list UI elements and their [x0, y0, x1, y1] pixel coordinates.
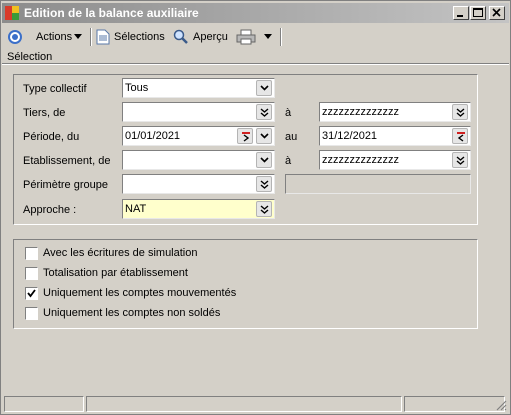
- nav-circle-icon: [8, 30, 22, 44]
- calendar-button[interactable]: [237, 128, 253, 144]
- option-mouvementes[interactable]: Uniquement les comptes mouvementés: [25, 286, 236, 300]
- etablissement-label: Etablissement, de: [23, 155, 111, 167]
- tiers-to-combo[interactable]: zzzzzzzzzzzzzz: [319, 102, 471, 122]
- type-collectif-combo[interactable]: Tous: [122, 78, 275, 98]
- dropdown-button[interactable]: [256, 201, 272, 217]
- double-chevron-down-icon: [260, 108, 269, 117]
- option-label: Uniquement les comptes non soldés: [43, 307, 221, 319]
- caret-down-icon: [264, 34, 272, 39]
- maximize-icon: [473, 8, 483, 17]
- dropdown-button[interactable]: [256, 176, 272, 192]
- dialog-window: Edition de la balance auxiliaire Actions…: [0, 0, 511, 415]
- periode-to-value: 31/12/2021: [322, 130, 378, 142]
- divider: [2, 63, 509, 65]
- double-chevron-down-icon: [456, 156, 465, 165]
- periode-from-value: 01/01/2021: [125, 130, 181, 142]
- dropdown-button[interactable]: [256, 152, 272, 168]
- type-collectif-label: Type collectif: [23, 83, 87, 95]
- title-bar[interactable]: Edition de la balance auxiliaire: [2, 3, 509, 23]
- apercu-label: Aperçu: [193, 31, 228, 43]
- option-simulation[interactable]: Avec les écritures de simulation: [25, 246, 197, 260]
- actions-menu[interactable]: Actions: [32, 27, 83, 47]
- perimetre-label: Périmètre groupe: [23, 179, 108, 191]
- option-label: Avec les écritures de simulation: [43, 247, 198, 259]
- checkbox[interactable]: [25, 246, 38, 260]
- status-cell: [86, 396, 402, 412]
- tiers-from-combo[interactable]: [122, 102, 275, 122]
- periode-to-field[interactable]: 31/12/2021: [319, 126, 471, 146]
- periode-label: Période, du: [23, 131, 80, 143]
- document-icon: [96, 29, 110, 45]
- back-button[interactable]: [7, 27, 23, 47]
- calendar-arrow-icon: [242, 132, 250, 142]
- selections-button[interactable]: Sélections: [96, 27, 165, 47]
- option-totalisation[interactable]: Totalisation par établissement: [25, 266, 188, 280]
- print-menu-dropdown[interactable]: [264, 27, 273, 47]
- etablissement-from-combo[interactable]: [122, 150, 275, 170]
- option-label: Totalisation par établissement: [43, 267, 188, 279]
- resize-grip-icon[interactable]: [495, 399, 507, 411]
- actions-label: Actions: [36, 31, 73, 43]
- chevron-down-icon: [260, 157, 269, 163]
- minimize-icon: [457, 15, 463, 17]
- close-icon: [492, 8, 501, 17]
- window-title: Edition de la balance auxiliaire: [24, 6, 199, 20]
- apercu-button[interactable]: Aperçu: [173, 27, 228, 47]
- option-non-soldes[interactable]: Uniquement les comptes non soldés: [25, 306, 220, 320]
- double-chevron-down-icon: [260, 180, 269, 189]
- toolbar: Actions Sélections Aperçu: [2, 25, 509, 49]
- periode-from-field[interactable]: 01/01/2021: [122, 126, 275, 146]
- selections-label: Sélections: [114, 31, 165, 43]
- caret-down-icon: [74, 34, 83, 39]
- type-collectif-value: Tous: [125, 82, 149, 94]
- approche-label: Approche :: [23, 204, 77, 216]
- perimetre-extra-field: [285, 174, 471, 194]
- periode-to-label: au: [285, 131, 298, 143]
- dropdown-button[interactable]: [452, 104, 468, 120]
- toolbar-separator: [280, 28, 282, 46]
- calendar-button[interactable]: [452, 128, 468, 144]
- perimetre-combo[interactable]: [122, 174, 275, 194]
- chevron-down-icon: [260, 133, 269, 139]
- selection-group-caption: Sélection: [7, 51, 53, 63]
- tiers-to-label: à: [285, 107, 292, 119]
- etablissement-to-combo[interactable]: zzzzzzzzzzzzzz: [319, 150, 471, 170]
- close-button[interactable]: [489, 6, 505, 20]
- toolbar-separator: [90, 28, 92, 46]
- dropdown-button[interactable]: [452, 152, 468, 168]
- double-chevron-down-icon: [456, 108, 465, 117]
- tiers-to-value: zzzzzzzzzzzzzz: [322, 106, 399, 118]
- option-label: Uniquement les comptes mouvementés: [43, 287, 237, 299]
- checkmark-icon: [27, 288, 36, 297]
- printer-icon: [236, 29, 256, 45]
- maximize-button[interactable]: [470, 6, 486, 20]
- calendar-arrow-icon: [457, 132, 465, 142]
- status-cell: [404, 396, 505, 412]
- dropdown-button[interactable]: [256, 128, 272, 144]
- chevron-down-icon: [260, 85, 269, 91]
- dropdown-button[interactable]: [256, 80, 272, 96]
- dropdown-button[interactable]: [256, 104, 272, 120]
- magnifier-icon: [173, 29, 188, 44]
- double-chevron-down-icon: [260, 205, 269, 214]
- print-button[interactable]: [236, 27, 256, 47]
- app-icon: [5, 6, 19, 20]
- minimize-button[interactable]: [453, 6, 469, 20]
- checkbox[interactable]: [25, 266, 38, 280]
- tiers-label: Tiers, de: [23, 107, 66, 119]
- status-bar: [2, 395, 509, 413]
- checkbox[interactable]: [25, 306, 38, 320]
- status-cell: [4, 396, 84, 412]
- approche-combo[interactable]: NAT: [122, 199, 275, 219]
- approche-value: NAT: [125, 203, 147, 215]
- etablissement-to-value: zzzzzzzzzzzzzz: [322, 154, 399, 166]
- etablissement-to-label: à: [285, 155, 292, 167]
- checkbox[interactable]: [25, 286, 38, 300]
